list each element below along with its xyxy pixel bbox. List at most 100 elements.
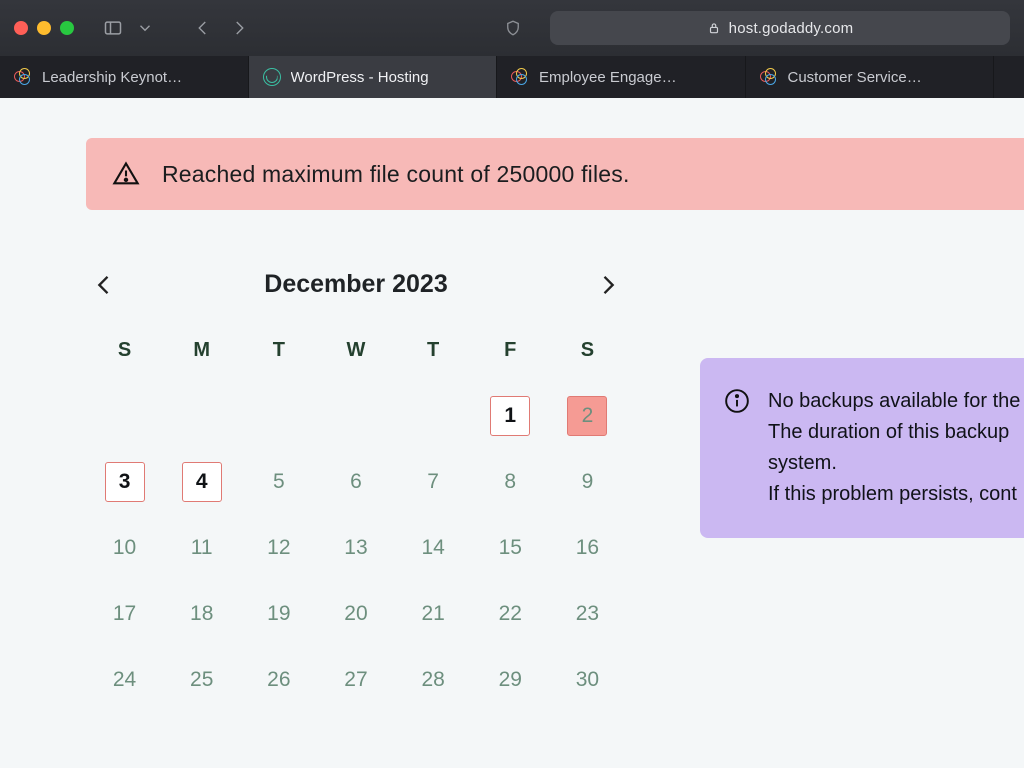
calendar-week: 24 25 26 27 28 29 30: [86, 650, 626, 710]
calendar-week: 10 11 12 13 14 15 16: [86, 518, 626, 578]
lock-icon: [707, 21, 721, 35]
calendar-day-number: 27: [336, 660, 376, 700]
calendar-day[interactable]: 15: [472, 518, 549, 578]
forward-button[interactable]: [224, 13, 254, 43]
calendar-day: [240, 386, 317, 446]
favicon-rings-icon: [760, 68, 778, 86]
calendar-day-number: 12: [259, 528, 299, 568]
tab-wordpress-hosting[interactable]: WordPress - Hosting: [249, 56, 498, 98]
calendar-day[interactable]: 8: [472, 452, 549, 512]
calendar-day[interactable]: 24: [86, 650, 163, 710]
calendar-day[interactable]: 29: [472, 650, 549, 710]
calendar-day-number: 16: [567, 528, 607, 568]
calendar-prev-button[interactable]: [90, 271, 118, 299]
window-zoom-button[interactable]: [60, 21, 74, 35]
tab-customer-service[interactable]: Customer Service…: [746, 56, 995, 98]
url-bar[interactable]: host.godaddy.com: [550, 11, 1010, 45]
calendar-day-number: 28: [413, 660, 453, 700]
calendar-day-number: 21: [413, 594, 453, 634]
calendar-day[interactable]: 28: [395, 650, 472, 710]
privacy-shield-icon[interactable]: [498, 13, 528, 43]
info-line: If this problem persists, cont: [768, 479, 1020, 510]
calendar-day[interactable]: 22: [472, 584, 549, 644]
calendar-day[interactable]: 13: [317, 518, 394, 578]
calendar-day-number: 23: [567, 594, 607, 634]
calendar-day-number: 22: [490, 594, 530, 634]
calendar-day-number: 3: [105, 462, 145, 502]
info-icon: [724, 388, 750, 414]
calendar-day-number: 8: [490, 462, 530, 502]
window-close-button[interactable]: [14, 21, 28, 35]
calendar-day[interactable]: 5: [240, 452, 317, 512]
dow-label: T: [395, 333, 472, 368]
calendar-day-number: 6: [336, 462, 376, 502]
calendar-day[interactable]: 21: [395, 584, 472, 644]
tab-overflow[interactable]: [994, 56, 1024, 98]
info-panel-text: No backups available for the The duratio…: [768, 386, 1020, 510]
calendar-day[interactable]: 2: [549, 386, 626, 446]
calendar-day-number: 10: [105, 528, 145, 568]
calendar-day[interactable]: 9: [549, 452, 626, 512]
nav-arrows: [188, 13, 254, 43]
page-content: Reached maximum file count of 250000 fil…: [0, 98, 1024, 768]
calendar-body: 1234567891011121314151617181920212223242…: [86, 386, 626, 710]
calendar-day: [86, 386, 163, 446]
calendar-day[interactable]: 20: [317, 584, 394, 644]
sidebar-toggle-group: [98, 13, 160, 43]
error-alert: Reached maximum file count of 250000 fil…: [86, 138, 1024, 210]
tab-label: Customer Service…: [788, 69, 922, 86]
calendar-day-number: 1: [490, 396, 530, 436]
calendar-day[interactable]: 27: [317, 650, 394, 710]
calendar-day[interactable]: 23: [549, 584, 626, 644]
calendar-day[interactable]: 30: [549, 650, 626, 710]
calendar-header: December 2023: [86, 270, 626, 299]
calendar-day-number: 24: [105, 660, 145, 700]
calendar-day[interactable]: 18: [163, 584, 240, 644]
sidebar-menu-button[interactable]: [130, 13, 160, 43]
sidebar-toggle-button[interactable]: [98, 13, 128, 43]
calendar-day: [317, 386, 394, 446]
calendar-day[interactable]: 11: [163, 518, 240, 578]
calendar-day[interactable]: 25: [163, 650, 240, 710]
calendar-day-number: 26: [259, 660, 299, 700]
calendar-day[interactable]: 10: [86, 518, 163, 578]
calendar-day-number: 15: [490, 528, 530, 568]
dow-label: T: [240, 333, 317, 368]
tab-leadership[interactable]: Leadership Keynot…: [0, 56, 249, 98]
dow-label: W: [317, 333, 394, 368]
tab-strip: Leadership Keynot… WordPress - Hosting E…: [0, 56, 1024, 98]
calendar-day-number: 7: [413, 462, 453, 502]
dow-label: F: [472, 333, 549, 368]
calendar-next-button[interactable]: [594, 271, 622, 299]
calendar-day[interactable]: 14: [395, 518, 472, 578]
calendar-day-number: 5: [259, 462, 299, 502]
back-button[interactable]: [188, 13, 218, 43]
error-alert-text: Reached maximum file count of 250000 fil…: [162, 161, 630, 188]
calendar-week: 17181920 21 22 23: [86, 584, 626, 644]
calendar-day-number: 29: [490, 660, 530, 700]
calendar-day[interactable]: 12: [240, 518, 317, 578]
calendar-day[interactable]: 1: [472, 386, 549, 446]
calendar-day-number: 2: [567, 396, 607, 436]
calendar-day-number: 13: [336, 528, 376, 568]
tab-employee-engage[interactable]: Employee Engage…: [497, 56, 746, 98]
tab-label: Leadership Keynot…: [42, 69, 182, 86]
calendar-day[interactable]: 17: [86, 584, 163, 644]
calendar-day[interactable]: 19: [240, 584, 317, 644]
calendar-day[interactable]: 16: [549, 518, 626, 578]
calendar-title: December 2023: [264, 270, 447, 299]
window-minimize-button[interactable]: [37, 21, 51, 35]
window-traffic-lights: [14, 21, 74, 35]
backup-calendar: December 2023 S M T W T F S 123456789101…: [86, 270, 626, 710]
dow-label: S: [549, 333, 626, 368]
calendar-week: 3456789: [86, 452, 626, 512]
dow-label: M: [163, 333, 240, 368]
calendar-day[interactable]: 7: [395, 452, 472, 512]
calendar-day[interactable]: 4: [163, 452, 240, 512]
tab-label: WordPress - Hosting: [291, 69, 429, 86]
calendar-day[interactable]: 6: [317, 452, 394, 512]
calendar-day-number: 11: [182, 528, 222, 568]
calendar-day-number: [336, 396, 376, 436]
calendar-day[interactable]: 26: [240, 650, 317, 710]
calendar-day[interactable]: 3: [86, 452, 163, 512]
